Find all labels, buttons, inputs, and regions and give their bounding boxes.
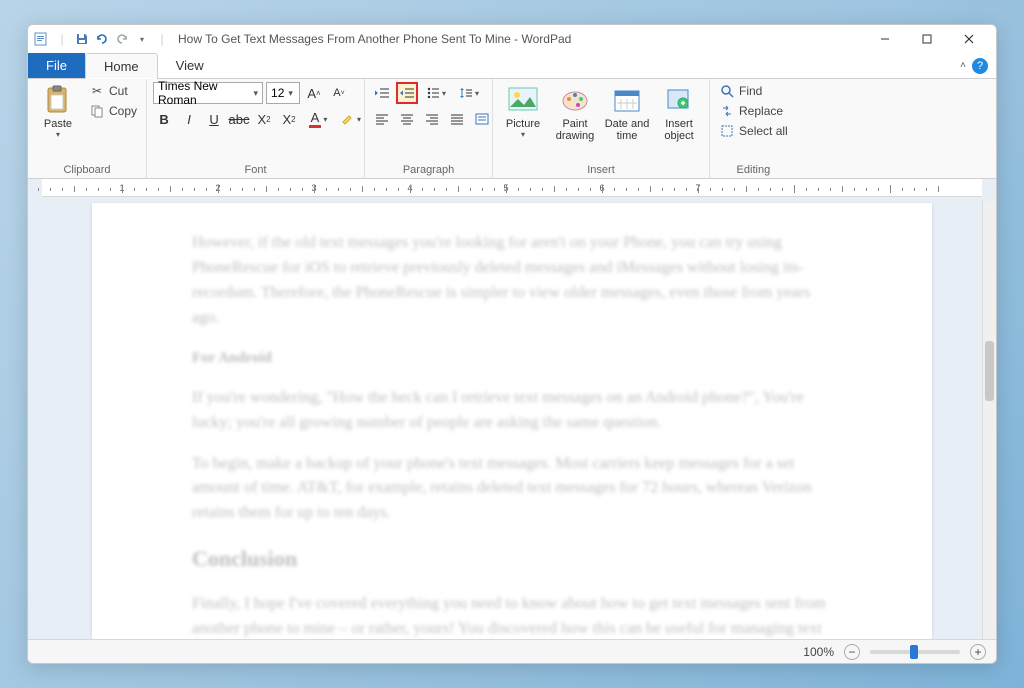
- grow-font-button[interactable]: A˄: [303, 82, 325, 104]
- align-right-button[interactable]: [421, 108, 443, 130]
- scissors-icon: ✂: [89, 83, 105, 99]
- select-all-icon: [719, 123, 735, 139]
- find-button[interactable]: Find: [716, 82, 791, 100]
- body-text: If you're wondering, "How the heck can I…: [192, 386, 832, 436]
- picture-icon: [507, 84, 539, 116]
- group-label: Font: [153, 162, 358, 178]
- group-clipboard: Paste ▾ ✂ Cut Copy Clipboard: [28, 79, 147, 178]
- qat-dropdown-icon[interactable]: ▾: [134, 31, 150, 47]
- zoom-slider-thumb[interactable]: [910, 645, 918, 659]
- increase-indent-button[interactable]: [396, 82, 418, 104]
- body-text: To begin, make a backup of your phone's …: [192, 452, 832, 526]
- undo-icon[interactable]: [94, 31, 110, 47]
- insert-picture-button[interactable]: Picture ▾: [499, 82, 547, 139]
- statusbar: 100% − +: [28, 639, 996, 663]
- insert-datetime-button[interactable]: Date and time: [603, 82, 651, 142]
- calendar-icon: [611, 84, 643, 116]
- zoom-level: 100%: [803, 645, 834, 659]
- cut-button[interactable]: ✂ Cut: [86, 82, 140, 100]
- strikethrough-button[interactable]: abc: [228, 108, 250, 130]
- vertical-scrollbar[interactable]: [982, 201, 996, 639]
- divider: |: [54, 31, 70, 47]
- group-label: Insert: [499, 162, 703, 178]
- app-window: | ▾ | How To Get Text Messages From Anot…: [27, 24, 997, 664]
- window-controls: [864, 25, 990, 53]
- tab-view[interactable]: View: [158, 53, 222, 78]
- zoom-out-button[interactable]: −: [844, 644, 860, 660]
- group-editing: Find Replace Select all: [710, 79, 797, 178]
- divider: |: [154, 31, 170, 47]
- ribbon: Paste ▾ ✂ Cut Copy Clipboard: [28, 79, 996, 179]
- quick-access-toolbar: | ▾ |: [34, 31, 170, 47]
- font-size-combo[interactable]: 12▾: [266, 82, 300, 104]
- italic-button[interactable]: I: [178, 108, 200, 130]
- group-label: Paragraph: [371, 162, 486, 178]
- paste-button[interactable]: Paste ▾: [34, 82, 82, 139]
- group-label: Editing: [716, 162, 791, 178]
- ribbon-collapse-icon[interactable]: ˄: [960, 60, 966, 71]
- replace-icon: [719, 103, 735, 119]
- font-name-combo[interactable]: Times New Roman▾: [153, 82, 263, 104]
- underline-button[interactable]: U: [203, 108, 225, 130]
- window-title: How To Get Text Messages From Another Ph…: [178, 32, 571, 46]
- body-heading: For Android: [192, 347, 832, 370]
- zoom-slider[interactable]: [870, 650, 960, 654]
- scrollbar-thumb[interactable]: [985, 341, 994, 401]
- group-insert: Picture ▾ Paint drawing Date and time: [493, 79, 710, 178]
- close-button[interactable]: [948, 25, 990, 53]
- wordpad-app-icon: [34, 31, 50, 47]
- redo-icon[interactable]: [114, 31, 130, 47]
- body-text: However, if the old text messages you're…: [192, 231, 832, 330]
- align-center-button[interactable]: [396, 108, 418, 130]
- bold-button[interactable]: B: [153, 108, 175, 130]
- font-color-button[interactable]: A▾: [303, 108, 333, 130]
- body-text: Finally, I hope I've covered everything …: [192, 592, 832, 639]
- document-area: 1234567 However, if the old text message…: [28, 179, 996, 639]
- insert-object-button[interactable]: Insert object: [655, 82, 703, 142]
- titlebar: | ▾ | How To Get Text Messages From Anot…: [28, 25, 996, 53]
- bullet-list-button[interactable]: ▾: [421, 82, 451, 104]
- line-spacing-button[interactable]: ▾: [454, 82, 484, 104]
- copy-icon: [89, 103, 105, 119]
- decrease-indent-button[interactable]: [371, 82, 393, 104]
- minimize-button[interactable]: [864, 25, 906, 53]
- tab-file[interactable]: File: [28, 53, 85, 78]
- shrink-font-button[interactable]: A˅: [328, 82, 350, 104]
- align-left-button[interactable]: [371, 108, 393, 130]
- save-icon[interactable]: [74, 31, 90, 47]
- clipboard-icon: [42, 84, 74, 116]
- horizontal-ruler[interactable]: 1234567: [42, 179, 982, 197]
- maximize-button[interactable]: [906, 25, 948, 53]
- zoom-in-button[interactable]: +: [970, 644, 986, 660]
- paragraph-dialog-button[interactable]: [471, 108, 493, 130]
- object-icon: [663, 84, 695, 116]
- superscript-button[interactable]: X2: [278, 108, 300, 130]
- copy-button[interactable]: Copy: [86, 102, 140, 120]
- document-page[interactable]: However, if the old text messages you're…: [92, 203, 932, 639]
- highlight-color-button[interactable]: ▾: [336, 108, 366, 130]
- subscript-button[interactable]: X2: [253, 108, 275, 130]
- tab-home[interactable]: Home: [85, 53, 158, 79]
- help-icon[interactable]: ?: [972, 58, 988, 74]
- select-all-button[interactable]: Select all: [716, 122, 791, 140]
- group-label: Clipboard: [34, 162, 140, 178]
- group-paragraph: ▾ ▾: [365, 79, 493, 178]
- ribbon-tabs: File Home View ˄ ?: [28, 53, 996, 79]
- insert-paint-button[interactable]: Paint drawing: [551, 82, 599, 142]
- paint-icon: [559, 84, 591, 116]
- find-icon: [719, 83, 735, 99]
- body-heading: Conclusion: [192, 542, 832, 576]
- group-font: Times New Roman▾ 12▾ A˄ A˅ B I U abc X2 …: [147, 79, 365, 178]
- align-justify-button[interactable]: [446, 108, 468, 130]
- replace-button[interactable]: Replace: [716, 102, 791, 120]
